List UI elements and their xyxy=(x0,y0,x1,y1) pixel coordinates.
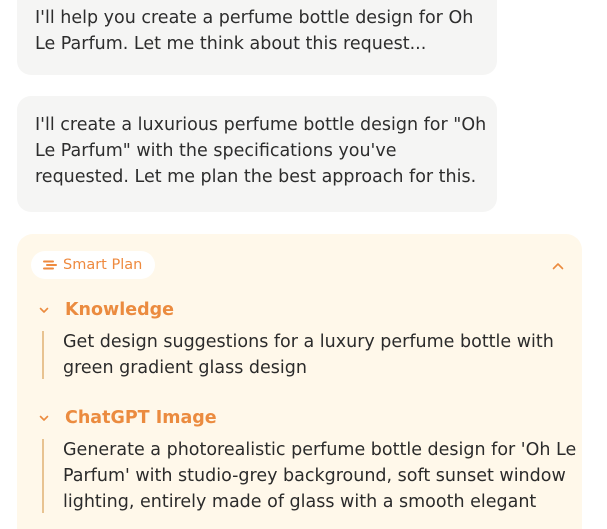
smart-plan-card: Smart Plan Knowledge Get design suggesti… xyxy=(17,234,582,529)
step-text-line: green gradient glass design xyxy=(63,358,307,378)
message-text-line: requested. Let me plan the best approach… xyxy=(35,167,477,187)
plan-step: Knowledge Get design suggestions for a l… xyxy=(35,297,575,381)
plan-step-header[interactable]: Knowledge xyxy=(35,297,575,323)
collapse-plan-button[interactable] xyxy=(548,254,568,274)
plan-list-icon xyxy=(43,259,57,271)
message-text-line: Le Parfum. Let me think about this reque… xyxy=(35,34,427,54)
plan-step-title: ChatGPT Image xyxy=(65,408,217,428)
step-text-line: Parfum' with studio-grey background, sof… xyxy=(63,466,566,486)
plan-step-header[interactable]: ChatGPT Image xyxy=(35,405,575,431)
plan-step-description: Generate a photorealistic perfume bottle… xyxy=(35,437,577,515)
step-rail xyxy=(42,331,44,379)
assistant-message: I'll help you create a perfume bottle de… xyxy=(17,0,497,75)
message-text-line: Le Parfum" with the specifications you'v… xyxy=(35,141,397,161)
step-text-line: lighting, entirely made of glass with a … xyxy=(63,492,537,512)
plan-step-description: Get design suggestions for a luxury perf… xyxy=(35,329,575,381)
plan-step-title: Knowledge xyxy=(65,300,174,320)
step-rail xyxy=(42,439,44,513)
assistant-message: I'll create a luxurious perfume bottle d… xyxy=(17,96,497,212)
message-text-line: I'll create a luxurious perfume bottle d… xyxy=(35,115,487,135)
chat-view: I'll help you create a perfume bottle de… xyxy=(0,0,607,529)
message-text-line: I'll help you create a perfume bottle de… xyxy=(35,8,474,28)
plan-step: ChatGPT Image Generate a photorealistic … xyxy=(35,405,577,515)
smart-plan-label: Smart Plan xyxy=(63,257,143,273)
smart-plan-badge: Smart Plan xyxy=(31,251,156,279)
chevron-up-icon xyxy=(552,255,564,274)
step-text-line: Generate a photorealistic perfume bottle… xyxy=(63,440,577,460)
chevron-down-icon xyxy=(37,303,51,317)
chevron-down-icon xyxy=(37,411,51,425)
step-text-line: Get design suggestions for a luxury perf… xyxy=(63,332,554,352)
